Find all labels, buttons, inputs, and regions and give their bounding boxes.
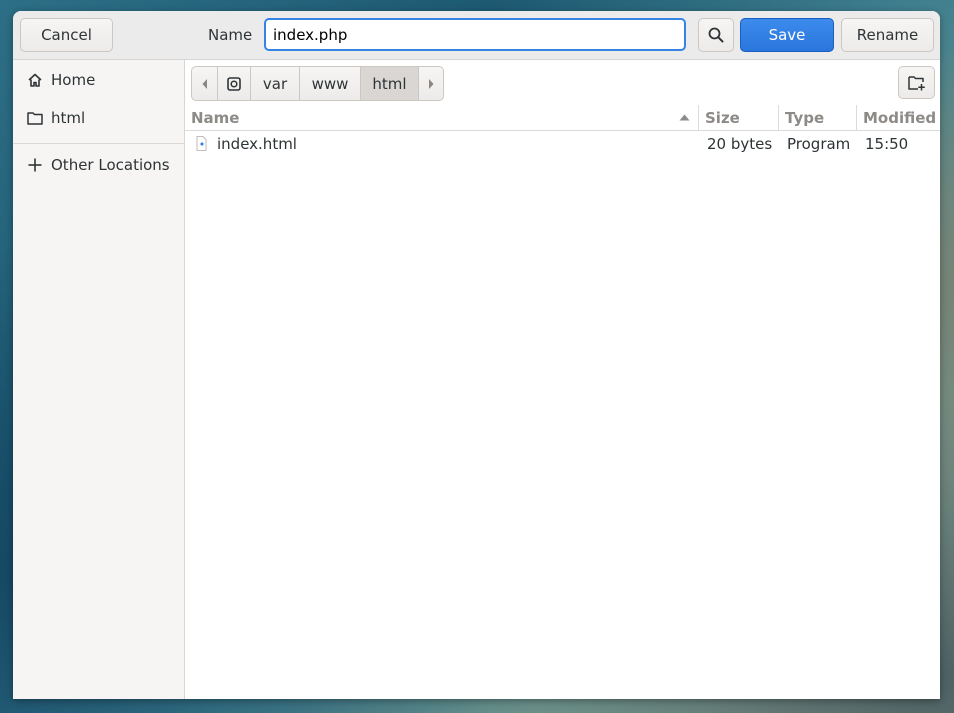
path-segment-var[interactable]: var (251, 67, 300, 100)
path-bar: var www html (191, 66, 444, 101)
column-header-type[interactable]: Type (778, 105, 856, 131)
column-header-label: Type (785, 108, 825, 127)
sort-ascending-icon (679, 114, 690, 121)
search-icon (708, 27, 724, 43)
sidebar-item-other-locations[interactable]: Other Locations (13, 147, 184, 183)
sidebar-item-html[interactable]: html (13, 100, 184, 136)
sidebar-item-label: Other Locations (51, 156, 170, 174)
filename-input[interactable] (264, 18, 686, 51)
table-row[interactable]: index.html 20 bytes Program 15:50 (185, 131, 940, 156)
path-root-button[interactable] (218, 67, 251, 100)
folder-icon (26, 109, 44, 127)
chevron-left-icon (202, 78, 207, 89)
sidebar-item-label: Home (51, 71, 96, 89)
places-sidebar: Home html Other Locations (13, 60, 185, 699)
home-icon (26, 71, 44, 89)
file-name: index.html (217, 134, 297, 153)
column-header-name[interactable]: Name (185, 105, 698, 131)
column-header-label: Name (191, 108, 240, 127)
drive-icon (227, 76, 241, 91)
rename-button[interactable]: Rename (841, 18, 934, 52)
path-scroll-left-button[interactable] (192, 67, 218, 100)
new-folder-button[interactable] (898, 66, 935, 99)
path-scroll-right-button[interactable] (419, 67, 443, 100)
column-header-label: Size (705, 108, 740, 127)
search-button[interactable] (698, 18, 734, 52)
column-header-modified[interactable]: Modified (856, 105, 940, 131)
sidebar-item-home[interactable]: Home (13, 62, 184, 98)
cancel-button[interactable]: Cancel (20, 18, 113, 52)
file-list: Name Size Type Modified index.html 20 by… (185, 105, 940, 699)
name-label: Name (208, 26, 253, 44)
sidebar-divider (13, 143, 184, 144)
file-size: 20 bytes (707, 134, 773, 153)
column-header-label: Modified (863, 108, 937, 127)
file-modified: 15:50 (865, 134, 909, 153)
file-type: Program (787, 134, 851, 153)
column-header-size[interactable]: Size (698, 105, 778, 131)
plus-icon (26, 156, 44, 174)
path-segment-html[interactable]: html (361, 67, 419, 100)
new-folder-icon (907, 75, 925, 90)
save-file-dialog: Cancel Name Save Rename Home (13, 11, 940, 699)
path-segment-www[interactable]: www (300, 67, 361, 100)
header-bar: Cancel Name Save Rename (13, 11, 940, 60)
file-icon (195, 131, 207, 156)
save-button[interactable]: Save (740, 18, 834, 52)
sidebar-item-label: html (51, 109, 86, 127)
chevron-right-icon (429, 78, 434, 89)
